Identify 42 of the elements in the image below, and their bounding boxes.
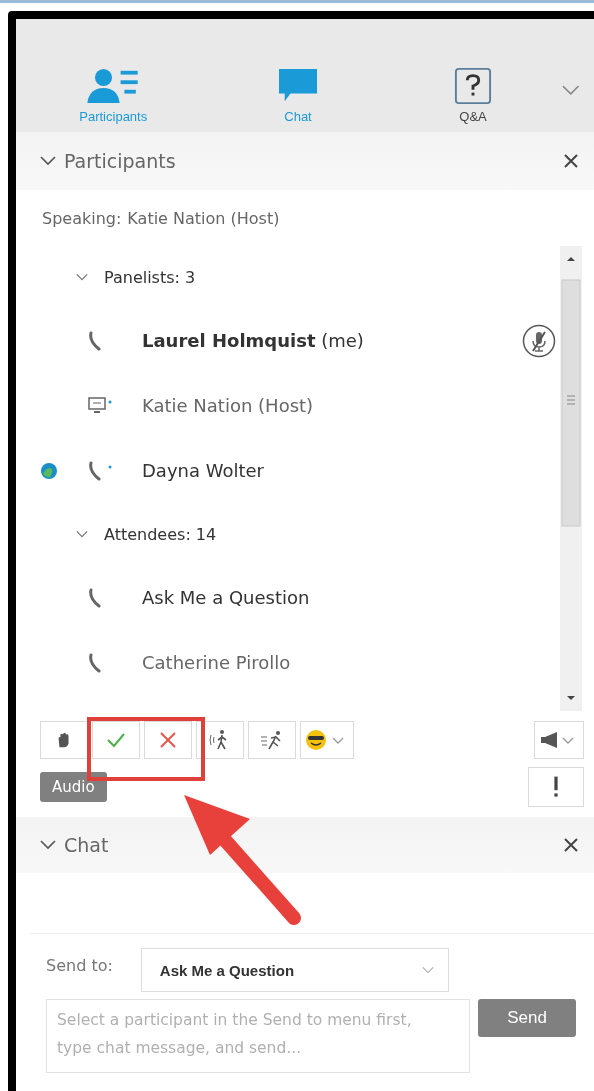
computer-icon [88,395,114,416]
participant-name[interactable]: Laurel Holmquist (me) [142,330,364,351]
phone-icon [88,330,101,351]
speaker-name: Katie Nation (Host) [127,208,280,228]
close-icon[interactable] [564,154,578,168]
step-away-button[interactable] [196,721,244,759]
emoticon-button[interactable] [300,721,354,759]
speaking-label: Speaking: [42,208,122,228]
exclamation-icon [552,774,560,800]
tooltip: Audio [40,772,107,802]
participant-name[interactable]: Dayna Wolter [142,460,264,481]
participant-name[interactable]: Katie Nation (Host) [142,395,314,416]
raise-hand-button[interactable] [40,721,88,759]
tab[interactable]: Q&A [385,67,561,124]
muted-microphone-icon[interactable] [522,323,556,358]
message-field[interactable]: Select a participant in the Send to menu first, type chat message, and send... [46,999,470,1073]
chevron-down-icon [421,966,434,974]
alert-button[interactable] [528,767,584,807]
send-button[interactable]: Send [478,999,576,1037]
group-label[interactable]: Panelists: 3 [104,267,196,287]
go-faster-button[interactable] [248,721,296,759]
chevron-down-icon[interactable] [40,840,56,850]
broadcast-button[interactable] [534,721,584,759]
chevron-down-icon[interactable] [40,156,56,166]
question-icon [453,67,494,105]
send-to-label: Send to: [46,955,113,975]
scrollbar[interactable] [560,246,582,711]
cross-icon [158,730,178,750]
participant-name[interactable]: Catherine Pirollo [142,652,291,673]
panel-title: Participants [64,150,176,172]
close-icon[interactable] [564,838,578,852]
chevron-down-icon[interactable] [76,530,88,538]
chevron-down-icon[interactable] [560,84,580,96]
send-to-dropdown[interactable]: Ask Me a Question [140,948,449,992]
participant-name[interactable]: Ask Me a Question [142,587,310,608]
phone-icon [88,460,114,481]
group-label[interactable]: Attendees: 14 [104,524,217,544]
no-button[interactable] [144,721,192,759]
phone-icon [88,587,101,608]
chevron-down-icon[interactable] [76,273,88,281]
phone-icon [88,652,101,673]
panel-title: Chat [64,834,109,856]
